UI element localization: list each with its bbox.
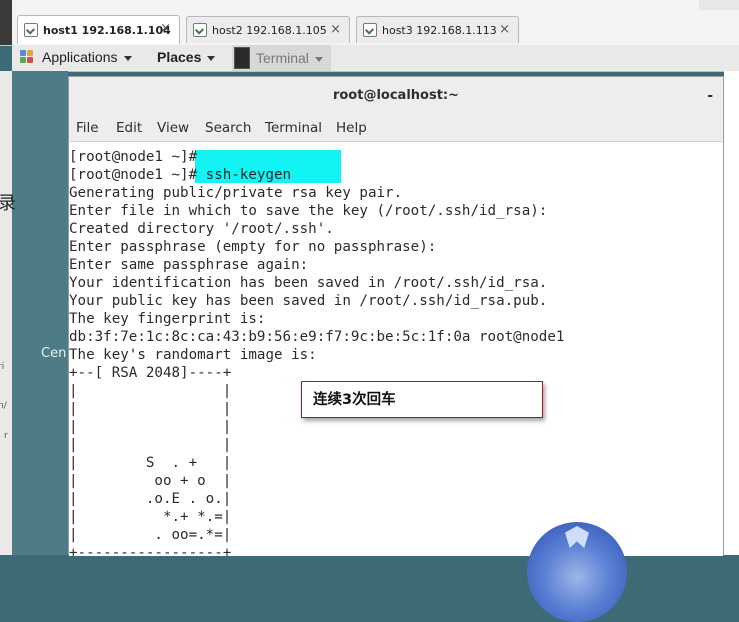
places-label: Places [157,49,202,65]
tab-host3[interactable]: host3 192.168.1.113 × [356,16,519,43]
desktop-partial-text: ri [0,362,5,372]
terminal-line: +-----------------+ [69,545,232,561]
terminal-app-menu[interactable]: Terminal [232,45,331,71]
background-window-edge [724,71,739,555]
menu-edit[interactable]: Edit [116,120,142,136]
tab-host1[interactable]: host1 192.168.1.104 × [17,15,180,44]
terminal-app-label: Terminal [256,50,309,66]
terminal-line: | *.+ *.=| [69,509,232,525]
tab-host2[interactable]: host2 192.168.1.105 × [186,16,350,43]
terminal-line: The key fingerprint is: [69,311,266,327]
window-title: root@localhost:~ [332,88,460,103]
terminal-line: Generating public/private rsa key pair. [69,185,403,201]
terminal-line: [root@node1 ~]# ssh-keygen [69,167,292,183]
chevron-down-icon [207,55,216,61]
desktop-background: 录 ri n/ r Cen [0,71,68,555]
tab-bar-left-edge [0,0,12,45]
tab-label: host2 192.168.1.105 [212,23,327,37]
desktop-partial-text: n/ [0,401,7,411]
terminal-line: [root@node1 ~]# [69,149,198,165]
menu-help[interactable]: Help [336,120,367,136]
terminal-line: Your identification has been saved in /r… [69,275,548,291]
minimize-button[interactable]: - [707,77,713,115]
terminal-line: Enter file in which to save the key (/ro… [69,203,548,219]
terminal-line: | | [69,383,232,399]
window-titlebar[interactable]: root@localhost:~ - [69,77,723,115]
session-tab-bar: host1 192.168.1.104 × host2 192.168.1.10… [0,0,739,46]
desktop-partial-char: 录 [0,193,16,214]
close-tab-icon[interactable]: × [160,21,171,36]
desktop-partial-text: r [4,431,8,441]
menu-file[interactable]: File [76,120,99,136]
background-window-edge [0,71,12,555]
menu-terminal[interactable]: Terminal [265,120,322,136]
logo-watermark [527,522,627,622]
menu-view[interactable]: View [157,120,189,136]
terminal-line: | | [69,437,232,453]
terminal-line: Your public key has been saved in /root/… [69,293,548,309]
chevron-down-icon [123,55,132,61]
tab-label: host1 192.168.1.104 [43,23,171,37]
menu-bar: File Edit View Search Terminal Help [69,115,723,142]
terminal-line: Enter passphrase (empty for no passphras… [69,239,437,255]
terminal-window: root@localhost:~ - File Edit View Search… [68,76,724,622]
gnome-top-panel: Applications Places Terminal [12,45,739,72]
close-tab-icon[interactable]: × [330,22,341,37]
terminal-line: | .o.E . o.| [69,491,232,507]
terminal-line: db:3f:7e:1c:8c:ca:43:b9:56:e9:f7:9c:be:5… [69,329,565,345]
applications-label: Applications [42,49,118,65]
terminal-line: | | [69,401,232,417]
terminal-session-icon [193,23,207,37]
terminal-line: Created directory '/root/.ssh'. [69,221,334,237]
terminal-screen[interactable]: [root@node1 ~]# [root@node1 ~]# ssh-keyge… [69,142,723,622]
places-menu[interactable]: Places [157,49,216,65]
applications-menu[interactable]: Applications [20,49,132,65]
tab-label: host3 192.168.1.113 [382,23,497,37]
terminal-line: Enter same passphrase again: [69,257,309,273]
terminal-line: | S . + | [69,455,232,471]
gnome-foot-icon [20,50,34,64]
terminal-icon [234,47,250,69]
desktop-icon-label: Cen [41,346,67,361]
terminal-line: The key's randomart image is: [69,347,317,363]
close-tab-icon[interactable]: × [499,22,510,37]
terminal-session-icon [24,23,38,37]
terminal-line: +--[ RSA 2048]----+ [69,365,232,381]
terminal-line: | . oo=.*=| [69,527,232,543]
terminal-line: | | [69,419,232,435]
window-corner [699,0,739,10]
annotation-box: 连续3次回车 [301,381,543,418]
terminal-line: | oo + o | [69,473,232,489]
terminal-session-icon [363,23,377,37]
menu-search[interactable]: Search [205,120,251,136]
chevron-down-icon [314,56,323,62]
